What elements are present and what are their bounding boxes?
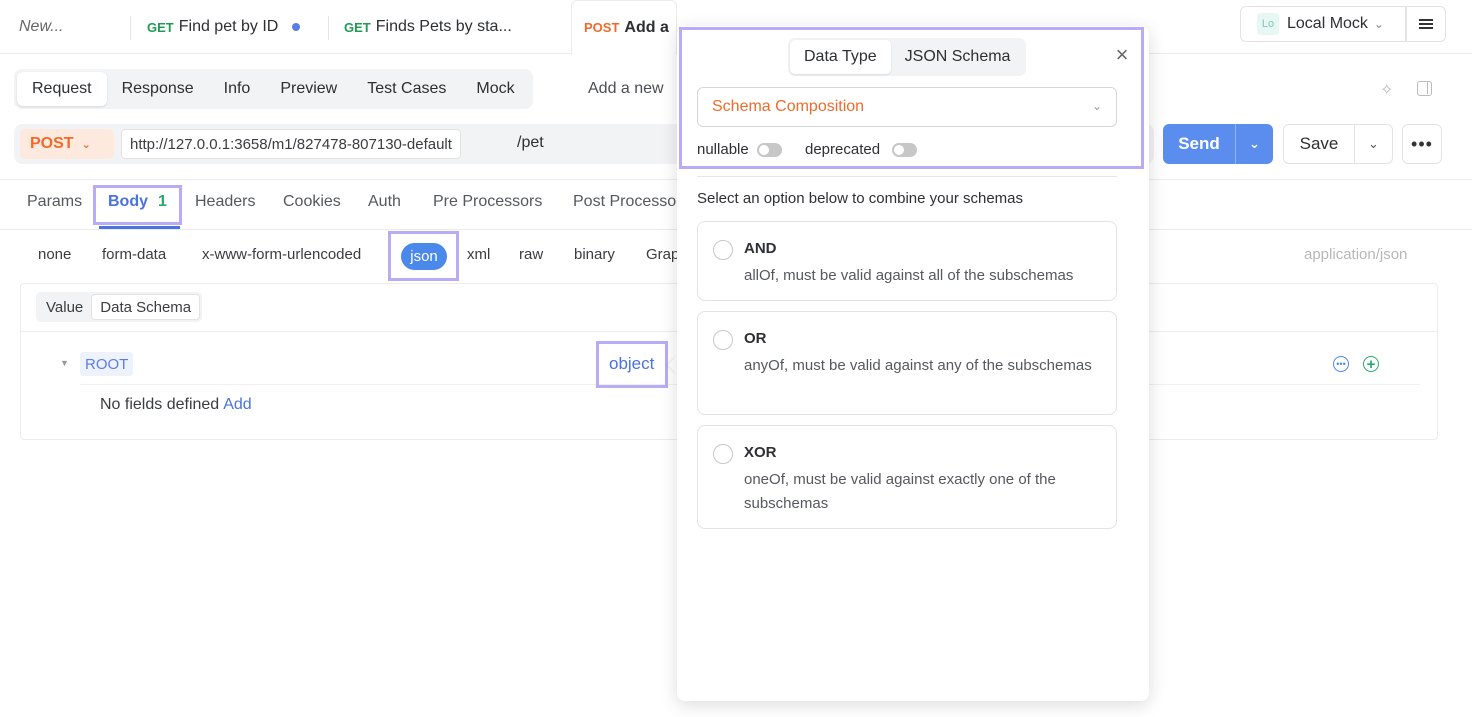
tab-request[interactable]: Request: [17, 72, 107, 106]
add-field-icon[interactable]: +: [1363, 356, 1379, 372]
composition-hint: Select an option below to combine your s…: [697, 190, 1024, 207]
hamburger-menu-icon[interactable]: [1406, 6, 1446, 42]
tab-params[interactable]: Params: [27, 193, 82, 211]
tab-cookies[interactable]: Cookies: [283, 193, 341, 211]
base-url[interactable]: http://127.0.0.1:3658/m1/827478-807130-d…: [121, 129, 461, 159]
add-field-link[interactable]: Add: [223, 396, 251, 413]
empty-fields-message: No fields defined Add: [100, 396, 252, 414]
tab-body-label: Body: [108, 193, 148, 210]
unsaved-dot: [292, 23, 301, 31]
option-description: allOf, must be valid against all of the …: [744, 267, 1074, 284]
chevron-down-icon: ⌄: [81, 138, 91, 151]
save-button[interactable]: Save ⌄: [1283, 124, 1393, 164]
option-or[interactable]: OR anyOf, must be valid against any of t…: [697, 311, 1117, 415]
tab-body[interactable]: Body 1: [108, 193, 167, 211]
chevron-down-icon[interactable]: ⌄: [1355, 136, 1392, 152]
option-and[interactable]: AND allOf, must be valid against all of …: [697, 221, 1117, 301]
tab-auth[interactable]: Auth: [368, 193, 401, 211]
more-options-icon[interactable]: •••: [1402, 124, 1442, 164]
schema-type-select[interactable]: Schema Composition ⌄: [697, 87, 1117, 127]
tab-new[interactable]: New...: [19, 0, 119, 54]
tab-label: Add a: [624, 18, 669, 36]
add-new-link[interactable]: Add a new: [588, 80, 664, 98]
tab-label: Find pet by ID: [178, 18, 279, 35]
option-title: XOR: [744, 444, 777, 461]
tab-finds-pets[interactable]: GET Finds Pets by sta...: [344, 0, 534, 54]
body-type-form-data[interactable]: form-data: [102, 246, 166, 263]
chevron-down-icon: ⌄: [1373, 17, 1384, 31]
method-selector[interactable]: POST ⌄: [20, 129, 114, 159]
more-options-icon[interactable]: •••: [1333, 356, 1349, 372]
content-type-label: application/json: [1304, 246, 1408, 263]
url-path-input[interactable]: /pet: [517, 134, 544, 152]
nullable-label: nullable: [697, 141, 749, 158]
magic-wand-icon[interactable]: ✧: [1380, 80, 1398, 99]
chevron-down-icon: ⌄: [1091, 99, 1102, 113]
radio-xor[interactable]: [713, 444, 733, 464]
method-label: POST: [584, 20, 620, 35]
method-value: POST: [30, 135, 74, 152]
body-count-badge: 1: [158, 193, 167, 210]
tab-pre-processors[interactable]: Pre Processors: [433, 193, 542, 211]
tab-post-processors[interactable]: Post Processo: [573, 193, 676, 211]
option-title: OR: [744, 330, 767, 347]
radio-or[interactable]: [713, 330, 733, 350]
method-label: GET: [344, 19, 371, 35]
send-label: Send: [1178, 134, 1220, 153]
save-label: Save: [1299, 134, 1339, 153]
body-type-raw[interactable]: raw: [519, 246, 543, 263]
root-type-selector[interactable]: object: [609, 354, 654, 374]
tab-add-pet[interactable]: POST Add a: [571, 0, 677, 55]
root-node-label: ROOT: [80, 352, 134, 376]
tab-test-cases[interactable]: Test Cases: [352, 72, 461, 106]
collapse-caret-icon[interactable]: ▼: [60, 358, 69, 368]
tab-info[interactable]: Info: [209, 72, 266, 106]
tab-response[interactable]: Response: [107, 72, 209, 106]
tab-value[interactable]: Value: [38, 294, 91, 320]
method-label: GET: [147, 19, 174, 35]
schema-view-toggle: Value Data Schema: [36, 292, 203, 322]
chevron-down-icon[interactable]: ⌄: [1236, 136, 1273, 152]
body-type-json[interactable]: json: [401, 243, 447, 270]
option-description: oneOf, must be valid against exactly one…: [744, 471, 1056, 512]
body-type-graphql[interactable]: Grap: [646, 246, 679, 263]
environment-selector[interactable]: Lo Local Mock ⌄: [1240, 6, 1406, 42]
schema-type-value: Schema Composition: [712, 98, 865, 115]
deprecated-toggle[interactable]: [892, 143, 917, 157]
nullable-toggle[interactable]: [757, 143, 782, 157]
send-button[interactable]: Send ⌄: [1163, 124, 1273, 164]
popover-pointer: [668, 356, 677, 374]
option-description: anyOf, must be valid against any of the …: [744, 357, 1092, 374]
environment-badge: Lo: [1257, 13, 1279, 35]
deprecated-label: deprecated: [805, 141, 881, 158]
option-title: AND: [744, 240, 777, 257]
tab-headers[interactable]: Headers: [195, 193, 255, 211]
side-panel-icon[interactable]: [1417, 81, 1432, 96]
popover-mode-tabs: Data Type JSON Schema: [788, 38, 1027, 76]
tab-mock[interactable]: Mock: [461, 72, 529, 106]
request-view-tabs: Request Response Info Preview Test Cases…: [14, 69, 533, 109]
body-type-none[interactable]: none: [38, 246, 71, 263]
no-fields-text: No fields defined: [100, 396, 220, 413]
tab-data-type[interactable]: Data Type: [790, 40, 891, 74]
close-icon[interactable]: ×: [1112, 44, 1132, 66]
tab-json-schema[interactable]: JSON Schema: [891, 40, 1025, 74]
tab-new-label: New...: [19, 18, 64, 35]
environment-label: Local Mock: [1287, 15, 1368, 32]
tab-data-schema[interactable]: Data Schema: [91, 294, 201, 320]
body-type-xml[interactable]: xml: [467, 246, 490, 263]
tab-preview[interactable]: Preview: [265, 72, 352, 106]
tab-find-pet-by-id[interactable]: GET Find pet by ID: [147, 0, 327, 54]
body-type-urlencoded[interactable]: x-www-form-urlencoded: [202, 246, 361, 263]
radio-and[interactable]: [713, 240, 733, 260]
option-xor[interactable]: XOR oneOf, must be valid against exactly…: [697, 425, 1117, 529]
body-type-binary[interactable]: binary: [574, 246, 615, 263]
tab-label: Finds Pets by sta...: [375, 18, 512, 35]
